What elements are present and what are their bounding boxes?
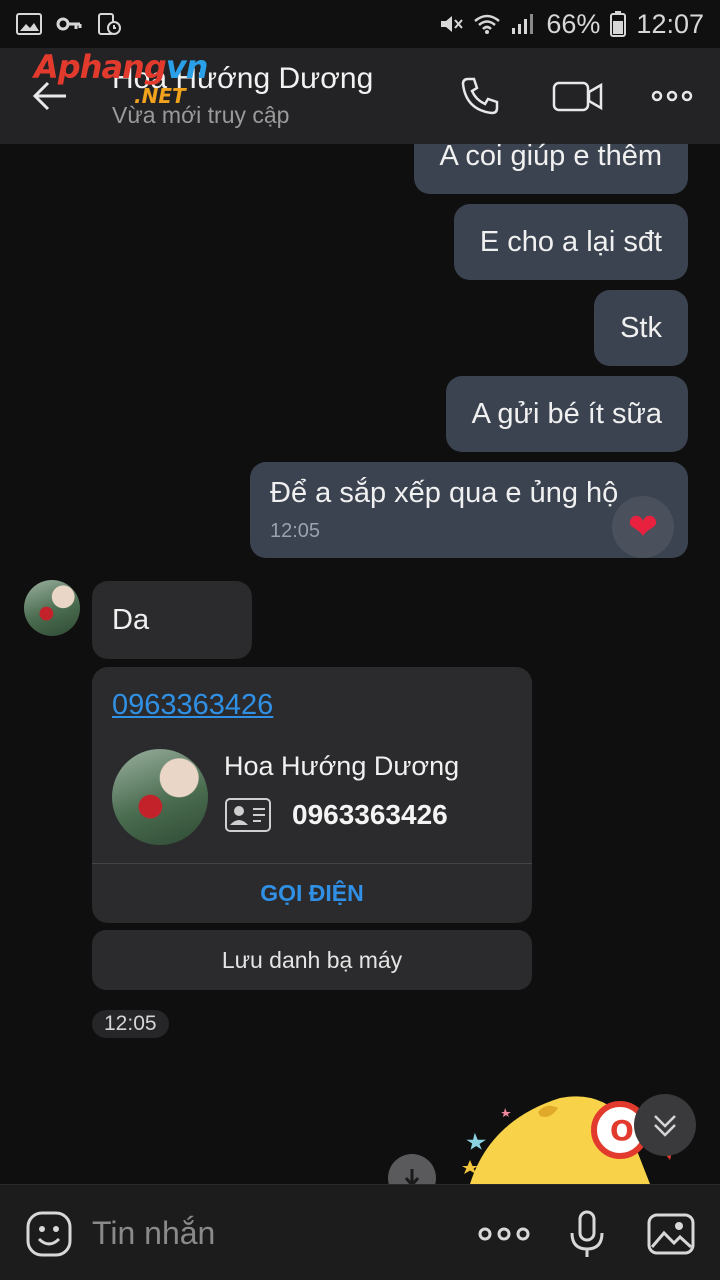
contact-card[interactable]: 0963363426 Hoa Hướng Dương 0963363426 GỌ… <box>92 667 532 923</box>
phone-call-icon[interactable] <box>458 74 502 118</box>
contact-card-name: Hoa Hướng Dương <box>224 751 460 781</box>
wifi-icon <box>474 14 501 34</box>
scroll-to-bottom-button[interactable] <box>634 1094 696 1156</box>
outgoing-message[interactable]: A coi giúp e thêm <box>413 140 688 194</box>
outgoing-message[interactable]: E cho a lại sđt <box>453 204 688 280</box>
heart-reaction[interactable]: ❤ <box>612 496 674 558</box>
avatar[interactable] <box>24 580 80 636</box>
battery-icon <box>610 11 627 37</box>
message-time: 12:05 <box>92 1010 169 1038</box>
outgoing-message[interactable]: Stk <box>594 290 688 366</box>
contact-id-icon <box>225 798 271 832</box>
emoji-icon[interactable] <box>24 1209 74 1259</box>
message-input[interactable]: Tin nhắn <box>92 1215 215 1252</box>
outgoing-message[interactable]: A gửi bé ít sữa <box>445 376 688 452</box>
screen-lock-icon <box>98 13 121 35</box>
message-text: A gửi bé ít sữa <box>471 397 662 430</box>
mute-icon <box>441 16 464 32</box>
svg-text:O: O <box>610 1114 634 1147</box>
message-text: E cho a lại sđt <box>479 225 662 258</box>
gallery-icon[interactable] <box>646 1209 696 1259</box>
contact-avatar <box>112 749 208 845</box>
chat-header: Hoa Hướng Dương Vừa mới truy cập Aphangv… <box>0 48 720 144</box>
image-icon <box>16 13 42 35</box>
message-text: Để a sắp xếp qua e ủng hộ <box>270 477 619 509</box>
more-options-icon[interactable] <box>476 1209 532 1259</box>
microphone-icon[interactable] <box>562 1209 612 1259</box>
status-bar: 66% 12:07 <box>0 0 720 48</box>
incoming-message[interactable]: Da <box>92 581 252 659</box>
battery-percent: 66% <box>546 8 601 39</box>
double-chevron-down-icon <box>654 1115 676 1137</box>
clock: 12:07 <box>636 8 704 39</box>
message-input-bar: Tin nhắn <box>0 1184 720 1280</box>
message-text: Stk <box>620 311 662 344</box>
call-button[interactable]: GỌI ĐIỆN <box>92 863 532 923</box>
contact-card-number: 0963363426 <box>292 799 448 830</box>
message-text: A coi giúp e thêm <box>439 140 662 172</box>
heart-icon: ❤ <box>627 506 659 547</box>
signal-icon <box>512 14 534 34</box>
watermark-logo: Aphangvn .NET <box>34 48 208 108</box>
more-options-icon[interactable] <box>650 74 694 118</box>
video-call-icon[interactable] <box>552 74 604 118</box>
message-time: 12:05 <box>270 520 321 542</box>
message-text: Da <box>112 603 150 636</box>
key-icon <box>56 17 82 31</box>
phone-number-link[interactable]: 0963363426 <box>112 689 273 722</box>
save-contact-button[interactable]: Lưu danh bạ máy <box>92 930 532 990</box>
